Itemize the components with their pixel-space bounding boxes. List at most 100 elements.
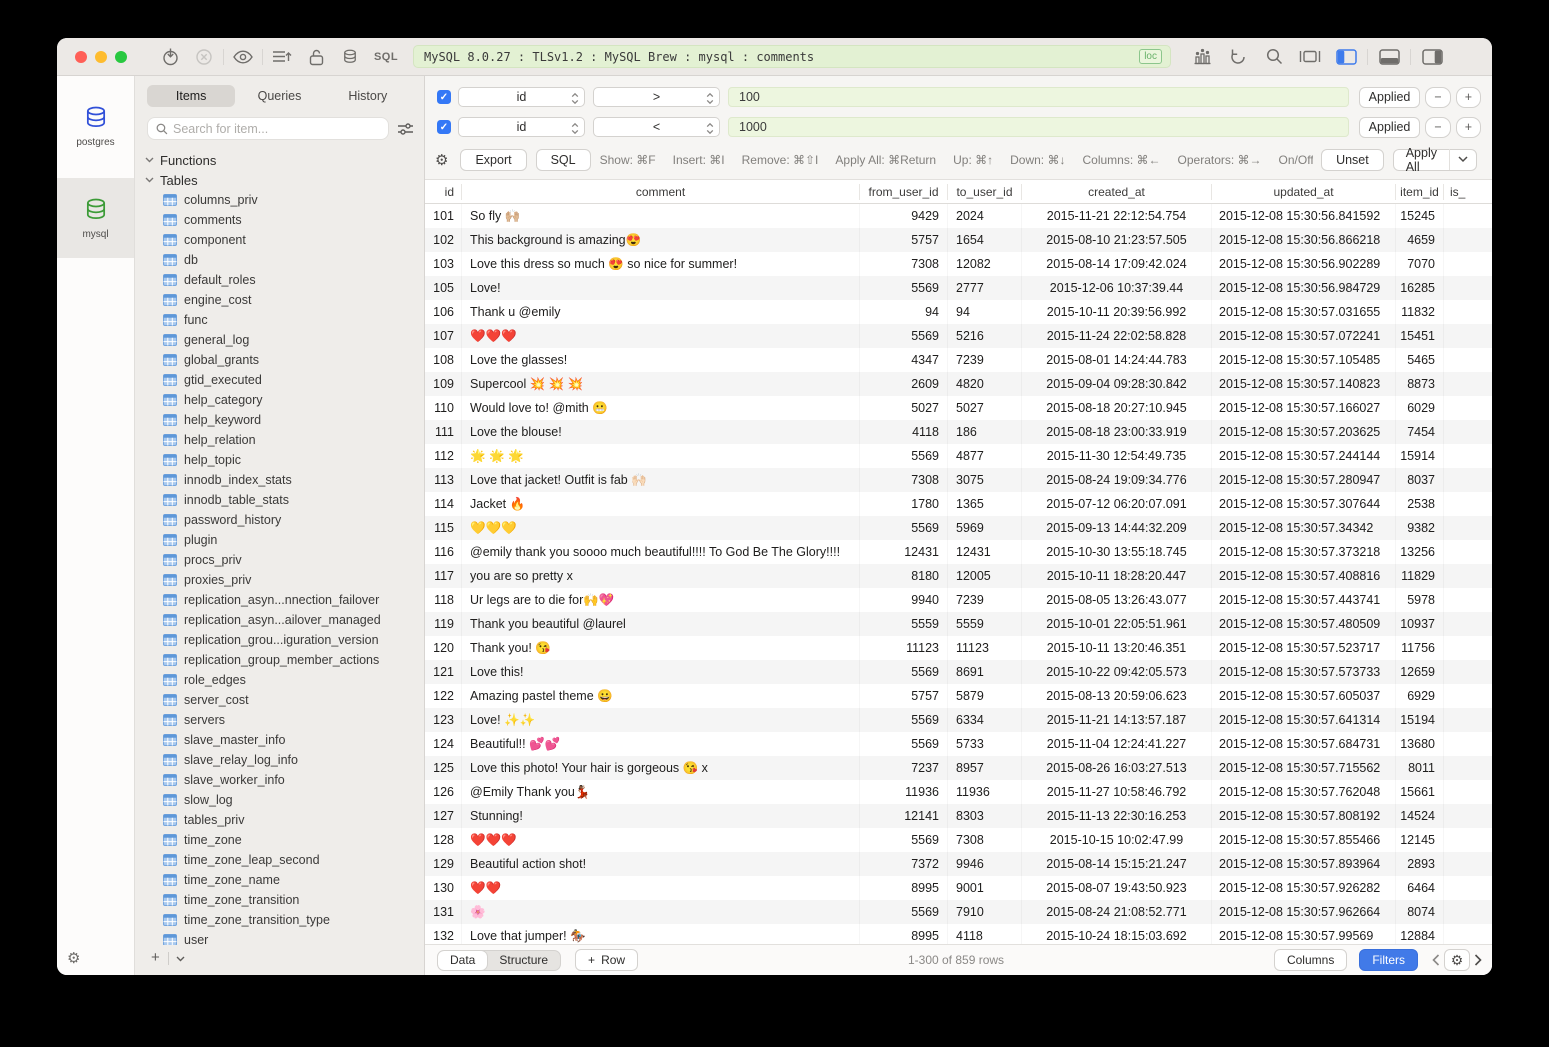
data-tab[interactable]: Data bbox=[438, 951, 487, 970]
filter-enabled-checkbox[interactable]: ✓ bbox=[437, 120, 451, 134]
sidebar-table-item[interactable]: default_roles bbox=[145, 270, 424, 290]
sidebar-table-item[interactable]: help_keyword bbox=[145, 410, 424, 430]
focus-frame-icon[interactable] bbox=[1293, 45, 1327, 69]
tab-items[interactable]: Items bbox=[147, 85, 235, 107]
sidebar-table-item[interactable]: time_zone_name bbox=[145, 870, 424, 890]
table-row[interactable]: 125 Love this photo! Your hair is gorgeo… bbox=[425, 756, 1492, 780]
sidebar-table-item[interactable]: component bbox=[145, 230, 424, 250]
table-row[interactable]: 121 Love this! 5569 8691 2015-10-22 09:4… bbox=[425, 660, 1492, 684]
table-settings-gear-icon[interactable]: ⚙ bbox=[1444, 949, 1470, 971]
table-row[interactable]: 108 Love the glasses! 4347 7239 2015-08-… bbox=[425, 348, 1492, 372]
sidebar-table-item[interactable]: time_zone_leap_second bbox=[145, 850, 424, 870]
chevron-down-icon[interactable] bbox=[1450, 156, 1476, 163]
chevron-right-icon[interactable] bbox=[1474, 954, 1482, 966]
sidebar-table-item[interactable]: help_topic bbox=[145, 450, 424, 470]
table-row[interactable]: 131 🌸 5569 7910 2015-08-24 21:08:52.771 … bbox=[425, 900, 1492, 924]
disconnect-icon[interactable] bbox=[187, 45, 221, 69]
add-item-menu-button[interactable] bbox=[169, 954, 191, 962]
sidebar-table-item[interactable]: gtid_executed bbox=[145, 370, 424, 390]
connection-mysql[interactable]: mysql bbox=[57, 178, 134, 258]
filter-column-select[interactable]: id bbox=[458, 117, 585, 137]
table-row[interactable]: 113 Love that jacket! Outfit is fab 🙌🏻 7… bbox=[425, 468, 1492, 492]
table-row[interactable]: 132 Love that jumper! 🏇 8995 4118 2015-1… bbox=[425, 924, 1492, 944]
table-row[interactable]: 105 Love! 5569 2777 2015-12-06 10:37:39.… bbox=[425, 276, 1492, 300]
column-header-id[interactable]: id bbox=[425, 184, 462, 200]
filter-column-select[interactable]: id bbox=[458, 87, 585, 107]
sidebar-table-item[interactable]: time_zone_transition_type bbox=[145, 910, 424, 930]
sidebar-table-item[interactable]: slave_master_info bbox=[145, 730, 424, 750]
filter-sliders-icon[interactable] bbox=[397, 122, 414, 136]
table-row[interactable]: 119 Thank you beautiful @laurel 5559 555… bbox=[425, 612, 1492, 636]
chart-icon[interactable] bbox=[1185, 45, 1219, 69]
sidebar-table-item[interactable]: replication_asyn...nnection_failover bbox=[145, 590, 424, 610]
sidebar-table-item[interactable]: global_grants bbox=[145, 350, 424, 370]
sidebar-table-item[interactable]: role_edges bbox=[145, 670, 424, 690]
table-row[interactable]: 117 you are so pretty x 8180 12005 2015-… bbox=[425, 564, 1492, 588]
structure-tab[interactable]: Structure bbox=[487, 951, 560, 970]
filter-operator-select[interactable]: > bbox=[593, 87, 720, 107]
filter-value-input[interactable]: 100 bbox=[728, 87, 1349, 107]
sidebar-table-item[interactable]: engine_cost bbox=[145, 290, 424, 310]
sidebar-table-item[interactable]: plugin bbox=[145, 530, 424, 550]
filter-enabled-checkbox[interactable]: ✓ bbox=[437, 90, 451, 104]
columns-button[interactable]: Columns bbox=[1274, 949, 1347, 971]
apply-all-button[interactable]: Apply All bbox=[1393, 149, 1477, 171]
table-row[interactable]: 130 ❤️❤️ 8995 9001 2015-08-07 19:43:50.9… bbox=[425, 876, 1492, 900]
log-list-icon[interactable] bbox=[265, 45, 299, 69]
chevron-left-icon[interactable] bbox=[1432, 954, 1440, 966]
sidebar-table-item[interactable]: db bbox=[145, 250, 424, 270]
toggle-bottom-panel-icon[interactable] bbox=[1372, 45, 1406, 69]
sidebar-table-item[interactable]: slave_worker_info bbox=[145, 770, 424, 790]
filters-button[interactable]: Filters bbox=[1359, 949, 1418, 971]
sidebar-table-item[interactable]: help_relation bbox=[145, 430, 424, 450]
column-header-created-at[interactable]: created_at bbox=[1022, 184, 1212, 200]
database-icon[interactable] bbox=[333, 45, 367, 69]
sidebar-table-item[interactable]: replication_grou...iguration_version bbox=[145, 630, 424, 650]
column-header-updated-at[interactable]: updated_at bbox=[1212, 184, 1396, 200]
table-row[interactable]: 123 Love! ✨✨ 5569 6334 2015-11-21 14:13:… bbox=[425, 708, 1492, 732]
remove-filter-button[interactable]: − bbox=[1425, 87, 1450, 108]
settings-gear-icon[interactable]: ⚙ bbox=[67, 949, 80, 967]
filter-applied-button[interactable]: Applied bbox=[1359, 117, 1421, 138]
column-header-to-user-id[interactable]: to_user_id bbox=[948, 184, 1022, 200]
table-row[interactable]: 102 This background is amazing😍 5757 165… bbox=[425, 228, 1492, 252]
table-row[interactable]: 115 💛💛💛 5569 5969 2015-09-13 14:44:32.20… bbox=[425, 516, 1492, 540]
sidebar-table-item[interactable]: func bbox=[145, 310, 424, 330]
table-row[interactable]: 114 Jacket 🔥 1780 1365 2015-07-12 06:20:… bbox=[425, 492, 1492, 516]
column-header-comment[interactable]: comment bbox=[462, 184, 860, 200]
sidebar-table-item[interactable]: tables_priv bbox=[145, 810, 424, 830]
add-filter-button[interactable]: + bbox=[1456, 117, 1481, 138]
add-filter-button[interactable]: + bbox=[1456, 87, 1481, 108]
minimize-window-button[interactable] bbox=[95, 51, 107, 63]
filter-applied-button[interactable]: Applied bbox=[1359, 87, 1421, 108]
tree-group-functions[interactable]: Functions bbox=[145, 150, 424, 170]
sidebar-table-item[interactable]: time_zone_transition bbox=[145, 890, 424, 910]
sidebar-table-item[interactable]: innodb_index_stats bbox=[145, 470, 424, 490]
tab-history[interactable]: History bbox=[324, 85, 412, 107]
sidebar-table-item[interactable]: user bbox=[145, 930, 424, 945]
table-row[interactable]: 112 🌟 🌟 🌟 5569 4877 2015-11-30 12:54:49.… bbox=[425, 444, 1492, 468]
table-row[interactable]: 122 Amazing pastel theme 😀 5757 5879 201… bbox=[425, 684, 1492, 708]
sidebar-table-item[interactable]: server_cost bbox=[145, 690, 424, 710]
add-row-button[interactable]: + Row bbox=[575, 949, 638, 971]
table-row[interactable]: 118 Ur legs are to die for🙌💖 9940 7239 2… bbox=[425, 588, 1492, 612]
sidebar-table-item[interactable]: slave_relay_log_info bbox=[145, 750, 424, 770]
sidebar-table-item[interactable]: replication_group_member_actions bbox=[145, 650, 424, 670]
column-header-item-id[interactable]: item_id bbox=[1396, 184, 1444, 200]
lock-icon[interactable] bbox=[299, 45, 333, 69]
column-header-is[interactable]: is_ bbox=[1444, 184, 1492, 200]
sidebar-table-item[interactable]: servers bbox=[145, 710, 424, 730]
refresh-icon[interactable] bbox=[1221, 45, 1255, 69]
connection-postgres[interactable]: postgres bbox=[57, 86, 134, 166]
sidebar-table-item[interactable]: comments bbox=[145, 210, 424, 230]
sidebar-table-item[interactable]: replication_asyn...ailover_managed bbox=[145, 610, 424, 630]
remove-filter-button[interactable]: − bbox=[1425, 117, 1450, 138]
unset-button[interactable]: Unset bbox=[1321, 149, 1384, 171]
table-row[interactable]: 124 Beautiful!! 💕💕 5569 5733 2015-11-04 … bbox=[425, 732, 1492, 756]
table-row[interactable]: 127 Stunning! 12141 8303 2015-11-13 22:3… bbox=[425, 804, 1492, 828]
sidebar-table-item[interactable]: help_category bbox=[145, 390, 424, 410]
add-item-button[interactable]: + bbox=[149, 949, 168, 968]
sidebar-table-item[interactable]: slow_log bbox=[145, 790, 424, 810]
table-row[interactable]: 116 @emily thank you soooo much beautifu… bbox=[425, 540, 1492, 564]
table-row[interactable]: 109 Supercool 💥 💥 💥 2609 4820 2015-09-04… bbox=[425, 372, 1492, 396]
